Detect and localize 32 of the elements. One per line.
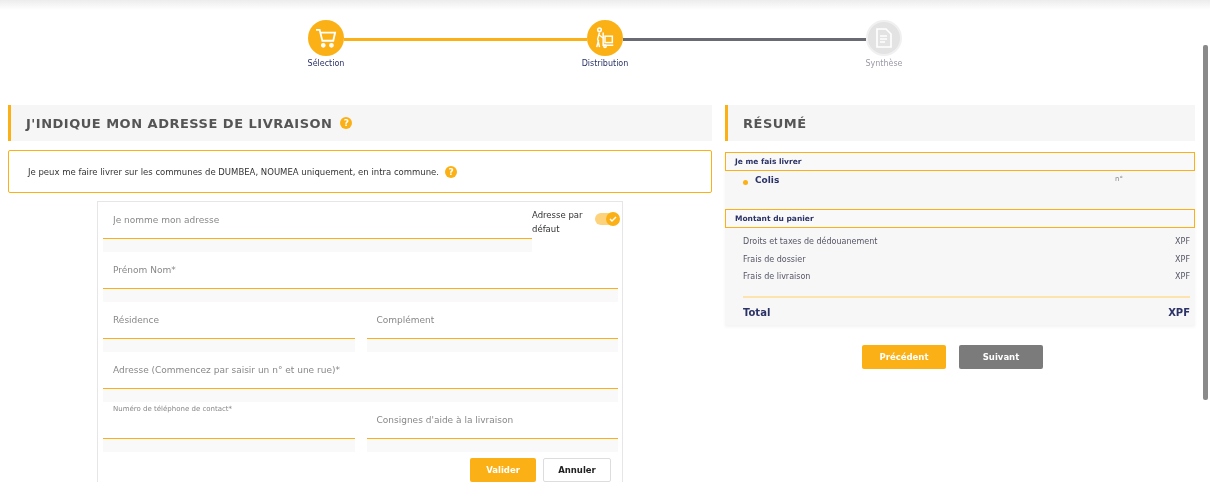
help-icon[interactable]: ? (340, 117, 353, 129)
cancel-button[interactable]: Annuler (543, 458, 611, 482)
item-name: Colis (755, 175, 780, 185)
section-title: RÉSUMÉ (743, 115, 807, 131)
currency-text: XPF (1175, 237, 1190, 247)
previous-button[interactable]: Précédent (862, 345, 946, 369)
step-label: Distribution (581, 59, 629, 68)
toggle-switch[interactable] (594, 213, 618, 225)
fee-label: Frais de livraison (743, 272, 811, 282)
delivery-person-icon (594, 27, 616, 49)
step-circle[interactable] (587, 20, 623, 56)
scrollbar[interactable] (1203, 45, 1208, 400)
step-label: Sélection (307, 59, 345, 68)
next-button[interactable]: Suivant (959, 345, 1043, 369)
document-icon (876, 28, 892, 48)
section-title: J'INDIQUE MON ADRESSE DE LIVRAISON (26, 115, 333, 131)
notice-text: Je peux me faire livrer sur les communes de DUMBEA, NOUMEA uniquement, en intra commune. (28, 166, 440, 177)
step-label: Synthèse (865, 59, 903, 68)
check-icon (609, 215, 617, 223)
currency-text: XPF (1175, 254, 1190, 264)
currency-text: XPF (1175, 272, 1190, 282)
help-icon[interactable]: ? (445, 165, 458, 178)
toggle-label: Adresse par défaut (532, 209, 584, 236)
total-currency: XPF (1168, 306, 1190, 318)
cart-icon (315, 28, 337, 48)
fee-label: Frais de dossier (743, 254, 806, 264)
step-circle[interactable] (866, 20, 902, 56)
fee-label: Droits et taxes de dédouanement (743, 237, 878, 247)
bullet-icon (743, 180, 748, 185)
validate-button[interactable]: Valider (470, 458, 536, 482)
step-circle[interactable] (308, 20, 344, 56)
total-label: Total (743, 306, 771, 318)
